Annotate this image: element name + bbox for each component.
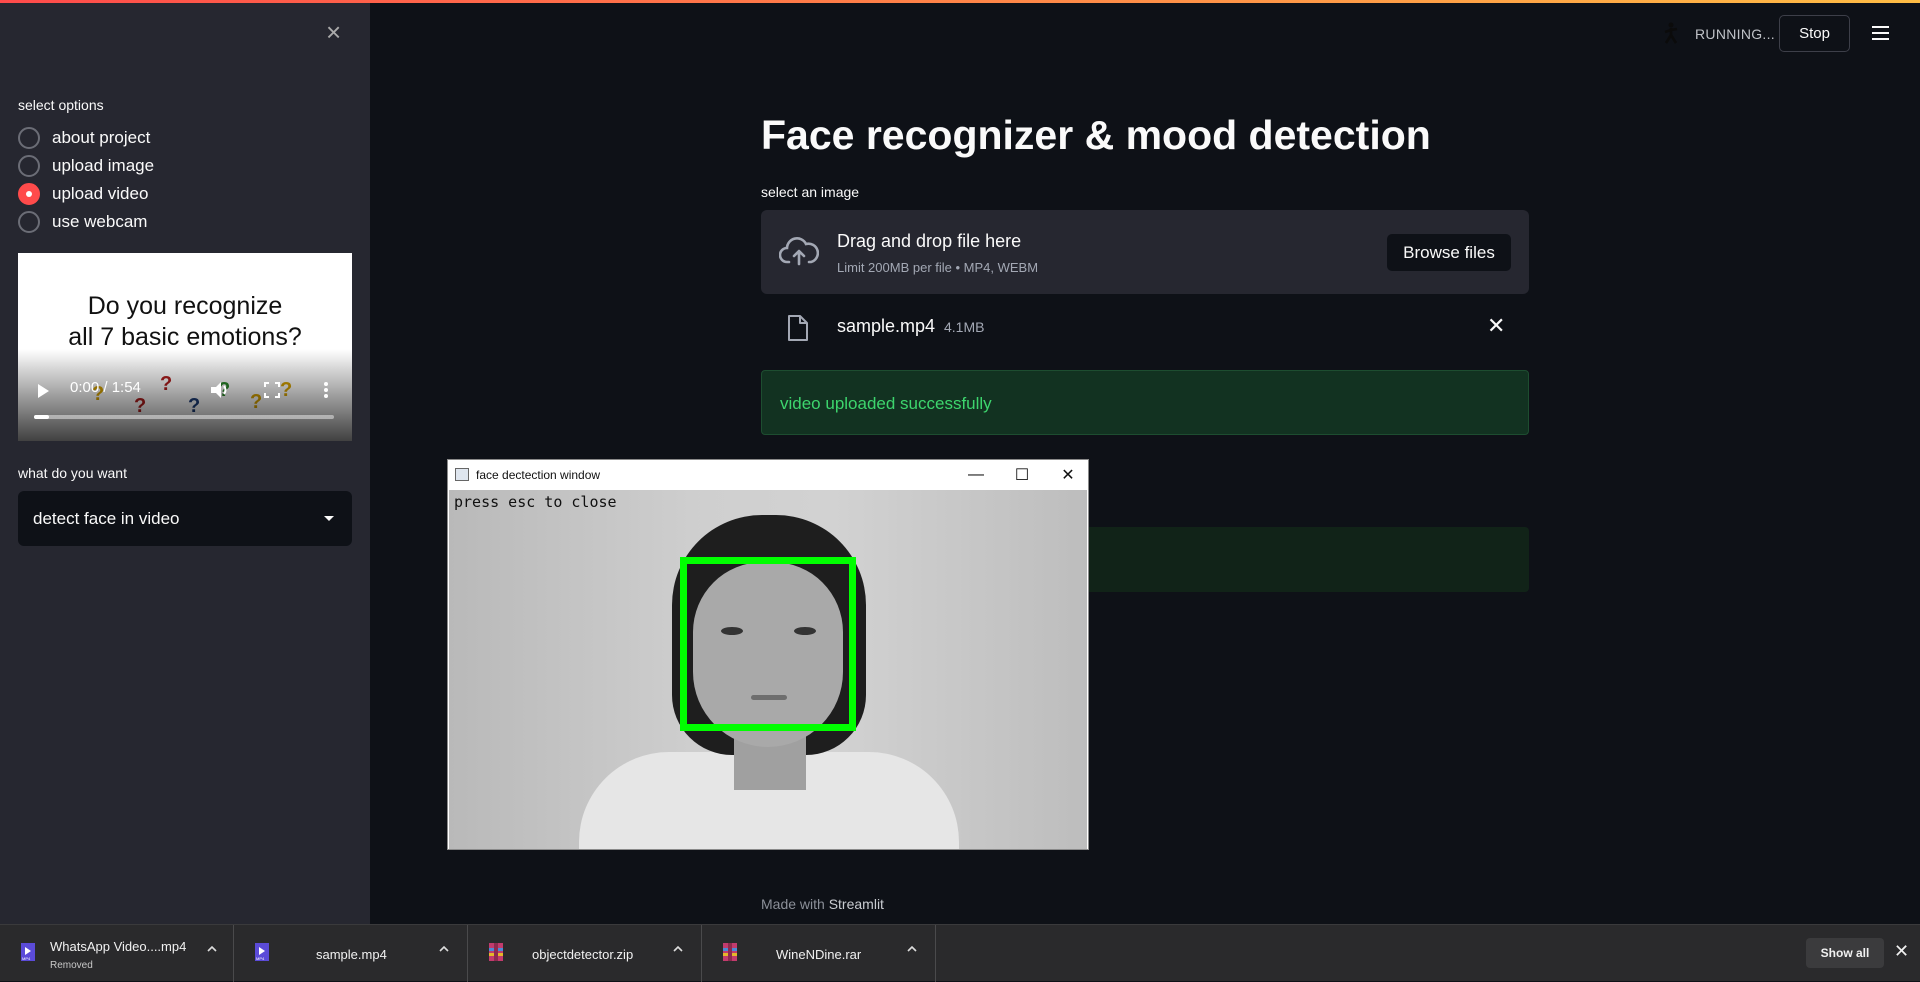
svg-text:MP4: MP4 <box>256 956 265 961</box>
video-progress-fill <box>34 415 49 419</box>
window-title: face dectection window <box>476 468 601 482</box>
face-detection-window[interactable]: face dectection window — ☐ ✕ press esc t… <box>447 459 1089 850</box>
footer-brand-link[interactable]: Streamlit <box>829 896 884 912</box>
radio-about-project[interactable]: about project <box>18 124 154 152</box>
cloud-upload-icon <box>779 237 819 266</box>
caret-down-icon <box>324 516 334 521</box>
download-status: Removed <box>50 960 93 971</box>
radio-circle-selected[interactable] <box>18 183 40 205</box>
success-message: video uploaded successfully <box>780 394 992 413</box>
mp4-file-icon: MP4 <box>255 943 269 961</box>
options-radio-group: about project upload image upload video … <box>18 124 154 236</box>
chevron-up-icon[interactable] <box>906 943 918 955</box>
file-dropzone[interactable]: Drag and drop file here Limit 200MB per … <box>761 210 1529 294</box>
download-item[interactable]: objectdetector.zip <box>468 925 702 982</box>
download-item[interactable]: WineNDine.rar <box>702 925 936 982</box>
video-frame: press esc to close <box>449 490 1087 849</box>
face-detection-box <box>680 557 856 731</box>
chevron-up-icon[interactable] <box>672 943 684 955</box>
archive-file-icon <box>723 943 737 961</box>
file-name: sample.mp4 <box>837 316 936 336</box>
stop-button[interactable]: Stop <box>1779 15 1850 52</box>
running-person-icon <box>1664 22 1678 44</box>
download-bar: MP4 WhatsApp Video....mp4 Removed MP4 sa… <box>0 924 1920 982</box>
uploader-label: select an image <box>761 184 860 200</box>
download-item[interactable]: MP4 sample.mp4 <box>234 925 468 982</box>
fullscreen-icon[interactable] <box>264 382 280 398</box>
radio-circle[interactable] <box>18 211 40 233</box>
download-name: objectdetector.zip <box>532 947 634 962</box>
minimize-icon[interactable]: — <box>953 460 999 490</box>
mp4-file-icon: MP4 <box>21 943 35 961</box>
dropzone-title: Drag and drop file here <box>837 231 1022 251</box>
close-window-icon[interactable]: ✕ <box>1045 460 1091 490</box>
footer: Made with Streamlit <box>761 896 884 912</box>
chevron-up-icon[interactable] <box>438 943 450 955</box>
hamburger-menu-icon[interactable] <box>1872 26 1889 40</box>
video-progress-track[interactable] <box>34 415 334 419</box>
remove-file-icon[interactable]: ✕ <box>1487 313 1505 339</box>
radio-label: upload video <box>52 184 149 203</box>
more-options-icon[interactable] <box>323 381 329 399</box>
top-decoration-line <box>0 0 1920 3</box>
volume-icon[interactable] <box>210 381 230 399</box>
svg-text:MP4: MP4 <box>22 956 31 961</box>
browse-files-button[interactable]: Browse files <box>1387 234 1511 271</box>
mode-select[interactable]: detect face in video <box>18 491 352 546</box>
radio-label: use webcam <box>52 212 148 231</box>
video-controls-shade <box>18 349 352 441</box>
radio-upload-image[interactable]: upload image <box>18 152 154 180</box>
window-app-icon <box>455 468 469 481</box>
sidebar-close-icon[interactable]: × <box>326 19 341 45</box>
window-titlebar[interactable]: face dectection window — ☐ ✕ <box>448 460 1088 490</box>
footer-prefix: Made with <box>761 896 825 912</box>
options-label: select options <box>18 97 104 113</box>
dropzone-limit: Limit 200MB per file • MP4, WEBM <box>837 260 1039 275</box>
radio-upload-video[interactable]: upload video <box>18 180 154 208</box>
mode-select-value: detect face in video <box>33 508 180 528</box>
file-icon <box>788 315 808 341</box>
radio-label: upload image <box>52 156 155 175</box>
download-name: WineNDine.rar <box>776 947 862 962</box>
radio-use-webcam[interactable]: use webcam <box>18 208 154 236</box>
success-alert: video uploaded successfully <box>761 370 1529 435</box>
video-poster-title: Do you recognize all 7 basic emotions? <box>18 291 352 353</box>
radio-label: about project <box>52 128 151 147</box>
download-name: sample.mp4 <box>316 947 387 962</box>
archive-file-icon <box>489 943 503 961</box>
radio-circle[interactable] <box>18 155 40 177</box>
running-status: RUNNING... <box>1695 26 1775 42</box>
file-size: 4.1MB <box>944 319 985 335</box>
page-title: Face recognizer & mood detection <box>761 112 1431 158</box>
download-name: WhatsApp Video....mp4 <box>50 939 187 954</box>
radio-circle[interactable] <box>18 127 40 149</box>
close-download-bar-icon[interactable]: ✕ <box>1894 941 1909 962</box>
chevron-up-icon[interactable] <box>206 943 218 955</box>
play-icon[interactable] <box>36 383 50 399</box>
video-player[interactable]: Do you recognize all 7 basic emotions? ?… <box>18 253 352 441</box>
maximize-icon[interactable]: ☐ <box>999 460 1045 490</box>
sidebar: × select options about project upload im… <box>0 0 370 924</box>
uploaded-file-row: sample.mp4 4.1MB ✕ <box>761 305 1529 347</box>
video-time: 0:00 / 1:54 <box>70 379 141 396</box>
download-item[interactable]: MP4 WhatsApp Video....mp4 Removed <box>0 925 234 982</box>
video-title-line: Do you recognize <box>87 292 283 320</box>
want-label: what do you want <box>18 465 127 481</box>
overlay-instruction: press esc to close <box>454 493 617 511</box>
show-all-button[interactable]: Show all <box>1806 938 1884 968</box>
